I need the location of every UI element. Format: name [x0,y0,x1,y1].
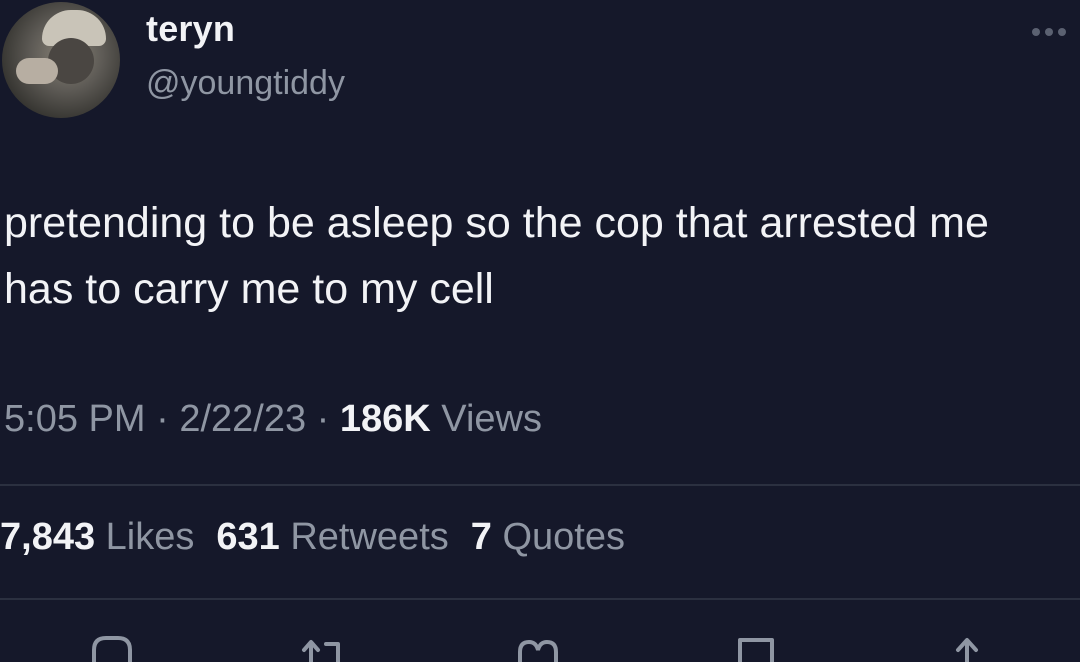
retweets-label: Retweets [290,516,449,558]
retweet-icon[interactable] [298,628,348,662]
display-name[interactable]: teryn [146,8,235,50]
divider [0,598,1080,600]
user-handle[interactable]: @youngtiddy [146,64,345,103]
quotes-count: 7 [470,516,492,558]
likes-stat[interactable]: 7,843 Likes [0,516,194,558]
tweet-text-line-1: pretending to be asleep so the cop that … [4,199,989,247]
reply-icon[interactable] [86,628,136,662]
tweet-text: pretending to be asleep so the cop that … [4,190,1080,322]
divider [0,484,1080,486]
tweet-date[interactable]: 2/22/23 [179,398,306,440]
likes-label: Likes [105,516,195,558]
tweet-time[interactable]: 5:05 PM [4,398,146,440]
tweet-text-line-2: has to carry me to my cell [4,265,494,313]
more-dot [1032,28,1040,36]
avatar-hand [16,58,58,84]
views-count: 186K [339,398,431,440]
views-label: Views [441,398,542,440]
retweets-stat[interactable]: 631 Retweets [216,516,448,558]
like-icon[interactable] [512,628,562,662]
retweets-count: 631 [216,516,280,558]
share-icon[interactable] [942,628,992,662]
quotes-label: Quotes [502,516,625,558]
engagement-stats: 7,843 Likes 631 Retweets 7 Quotes [0,516,625,559]
likes-count: 7,843 [0,516,96,558]
more-dot [1045,28,1053,36]
quotes-stat[interactable]: 7 Quotes [471,516,625,558]
more-options-icon[interactable] [1032,26,1072,38]
bookmark-icon[interactable] [732,628,782,662]
meta-separator: · [306,398,340,440]
meta-separator: · [145,398,180,440]
action-bar [0,628,1080,662]
avatar[interactable] [2,2,120,118]
more-dot [1058,28,1066,36]
tweet-meta: 5:05 PM · 2/22/23 · 186K Views [4,398,542,441]
tweet-card: teryn @youngtiddy pretending to be aslee… [0,0,1080,662]
